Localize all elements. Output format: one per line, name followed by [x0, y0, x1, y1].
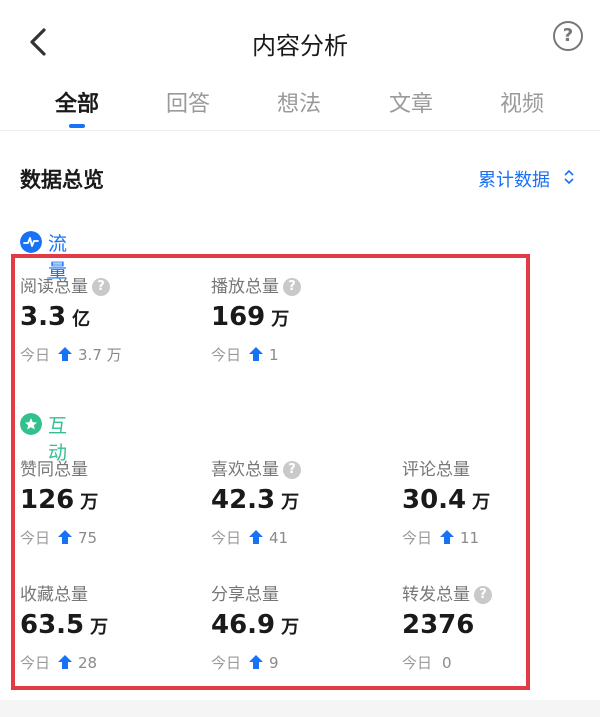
metric-upvote-total: 赞同总量 126 万 今日 75	[20, 455, 200, 565]
today-delta: 75	[78, 529, 98, 547]
page-title: 内容分析	[252, 32, 348, 60]
metric-comment-total: 评论总量 30.4 万 今日 11	[402, 455, 582, 565]
today-label: 今日	[211, 529, 242, 547]
bottom-divider	[0, 700, 600, 717]
metric-unit: 万	[271, 309, 290, 330]
metric-unit: 万	[90, 617, 109, 638]
metric-label: 收藏总量	[20, 585, 88, 605]
today-label: 今日	[402, 529, 433, 547]
up-arrow-icon	[58, 655, 73, 669]
metric-label: 播放总量	[211, 277, 279, 297]
tab-videos[interactable]: 视频	[477, 86, 567, 118]
metric-like-total: 喜欢总量? 42.3 万 今日 41	[211, 455, 391, 565]
today-delta: 1	[269, 346, 279, 364]
up-arrow-icon	[249, 655, 264, 669]
section-title: 数据总览	[20, 168, 104, 192]
metric-value: 30.4	[402, 485, 467, 515]
sort-chevron-icon[interactable]	[564, 168, 574, 186]
up-arrow-icon	[249, 347, 264, 361]
up-arrow-icon	[440, 530, 455, 544]
traffic-icon	[20, 231, 42, 253]
help-icon[interactable]: ?	[283, 278, 301, 296]
metric-unit: 万	[281, 617, 300, 638]
metric-value: 2376	[402, 610, 475, 640]
today-label: 今日	[211, 346, 242, 364]
metric-unit: 万	[281, 492, 300, 513]
metric-value: 63.5	[20, 610, 85, 640]
metric-share-total: 分享总量 46.9 万 今日 9	[211, 580, 391, 690]
today-label: 今日	[20, 529, 51, 547]
top-bar: 内容分析 ?	[0, 0, 600, 80]
metric-unit: 万	[472, 492, 491, 513]
metric-value: 46.9	[211, 610, 276, 640]
up-arrow-icon	[58, 530, 73, 544]
metric-label: 阅读总量	[20, 277, 88, 297]
cumulative-data-dropdown[interactable]: 累计数据	[478, 166, 550, 192]
metric-label: 喜欢总量	[211, 460, 279, 480]
active-tab-indicator	[69, 124, 85, 128]
today-label: 今日	[211, 654, 242, 672]
tab-answers[interactable]: 回答	[143, 86, 233, 118]
today-label: 今日	[20, 346, 51, 364]
help-icon[interactable]: ?	[474, 586, 492, 604]
help-icon[interactable]: ?	[283, 461, 301, 479]
tab-articles[interactable]: 文章	[366, 86, 456, 118]
today-delta: 0	[442, 654, 452, 672]
metric-label: 评论总量	[402, 460, 470, 480]
up-arrow-icon	[249, 530, 264, 544]
metric-label: 分享总量	[211, 585, 279, 605]
metric-value: 42.3	[211, 485, 276, 515]
metric-collect-total: 收藏总量 63.5 万 今日 28	[20, 580, 200, 690]
metric-label: 赞同总量	[20, 460, 88, 480]
interaction-icon	[20, 413, 42, 435]
metric-unit: 亿	[72, 309, 91, 330]
today-delta: 3.7 万	[78, 346, 122, 364]
tab-bar: 全部 回答 想法 文章 视频	[0, 80, 600, 131]
today-delta: 28	[78, 654, 98, 672]
metric-forward-total: 转发总量? 2376 今日 0	[402, 580, 582, 690]
metric-play-total: 播放总量? 169 万 今日 1	[211, 272, 391, 382]
metric-value: 3.3	[20, 302, 67, 332]
today-label: 今日	[20, 654, 51, 672]
today-delta: 9	[269, 654, 279, 672]
metric-label: 转发总量	[402, 585, 470, 605]
tab-all[interactable]: 全部	[32, 86, 122, 118]
up-arrow-icon	[58, 347, 73, 361]
help-icon[interactable]: ?	[92, 278, 110, 296]
today-delta: 41	[269, 529, 289, 547]
metric-value: 169	[211, 302, 266, 332]
metric-read-total: 阅读总量? 3.3 亿 今日 3.7 万	[20, 272, 200, 382]
tab-thoughts[interactable]: 想法	[254, 86, 344, 118]
metric-value: 126	[20, 485, 75, 515]
metric-unit: 万	[80, 492, 99, 513]
help-icon[interactable]: ?	[553, 21, 583, 51]
today-delta: 11	[460, 529, 480, 547]
today-label: 今日	[402, 654, 433, 672]
